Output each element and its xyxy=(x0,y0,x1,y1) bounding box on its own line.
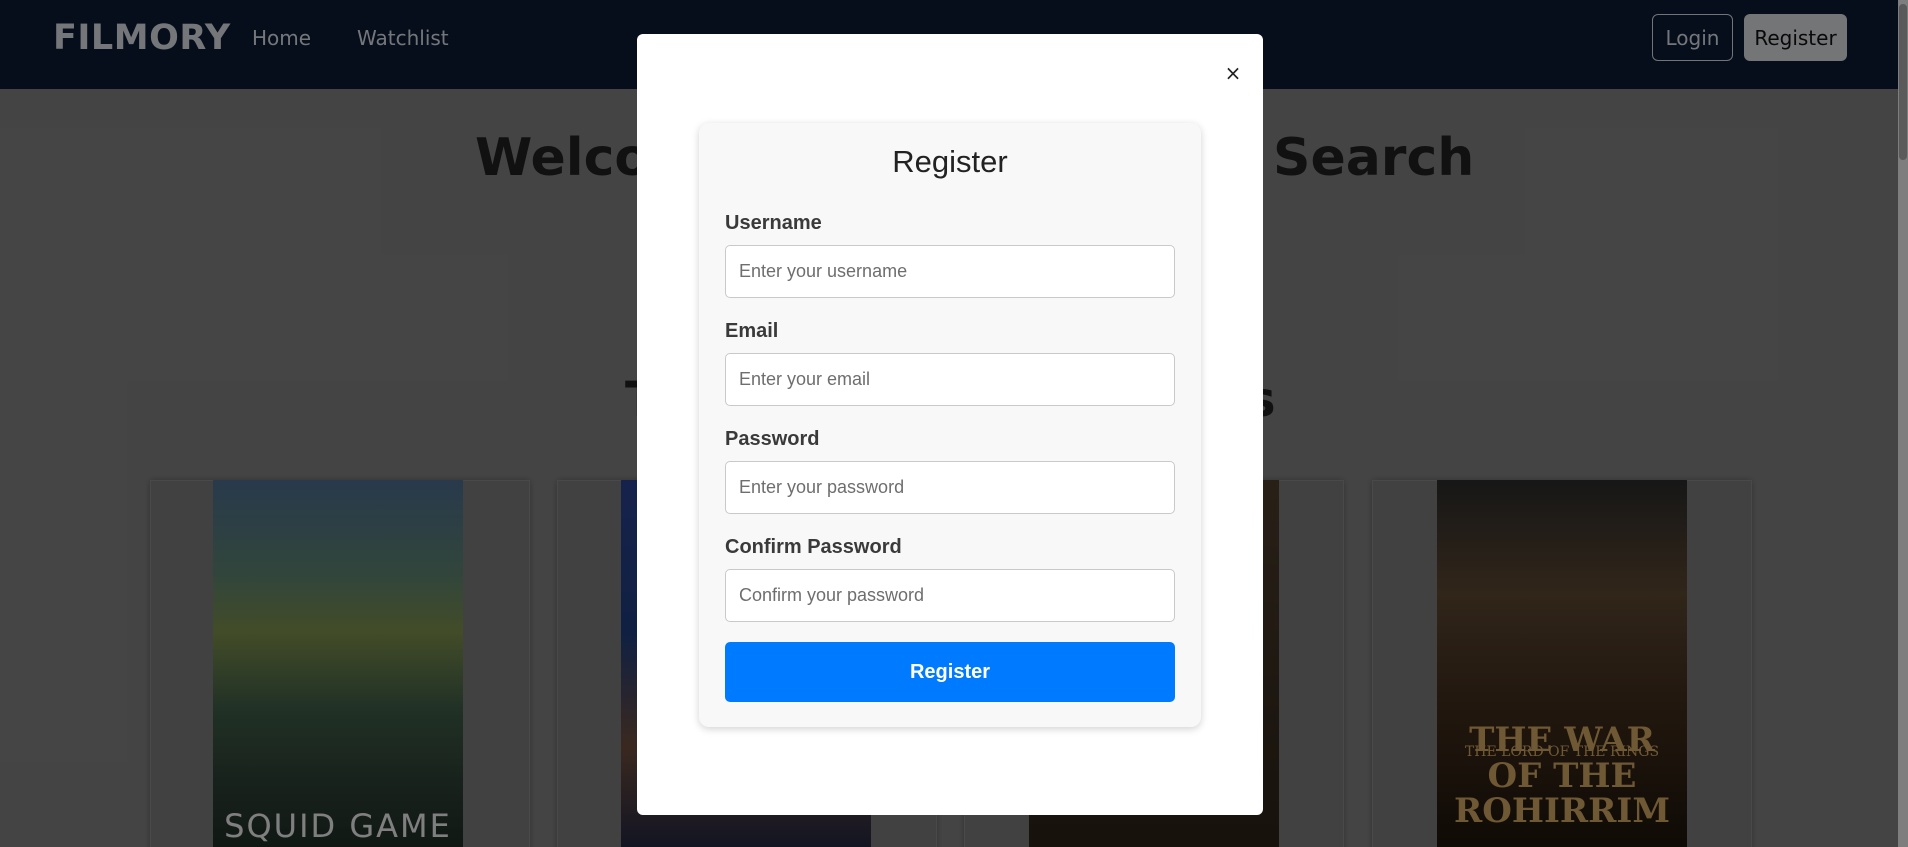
scrollbar-thumb[interactable] xyxy=(1899,4,1907,160)
password-label: Password xyxy=(725,428,820,450)
password-input[interactable] xyxy=(725,461,1175,514)
email-input[interactable] xyxy=(725,353,1175,406)
form-title: Register xyxy=(892,144,1008,179)
register-submit-button[interactable]: Register xyxy=(725,642,1175,702)
email-label: Email xyxy=(725,320,779,342)
confirm-password-label: Confirm Password xyxy=(725,536,902,558)
username-input[interactable] xyxy=(725,245,1175,298)
close-icon[interactable]: × xyxy=(1222,62,1244,84)
confirm-password-input[interactable] xyxy=(725,569,1175,622)
username-label: Username xyxy=(725,212,822,234)
